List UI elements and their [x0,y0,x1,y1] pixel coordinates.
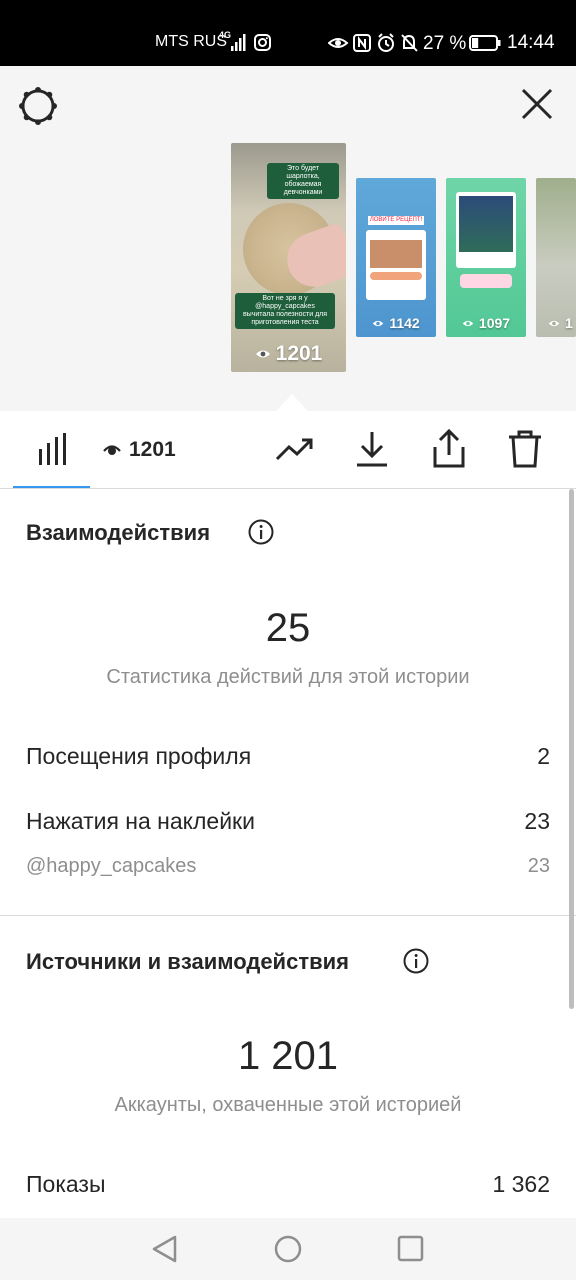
story-text-sticker: ЛОВИТЕ РЕЦЕПТ! [368,216,424,225]
download-icon[interactable] [352,429,392,469]
interactions-total: 25 [265,606,311,650]
story-views-count: 1142 [389,315,420,331]
story-thumbnail[interactable]: 1 [536,178,576,337]
row-value-sticker-taps: 23 [524,808,550,834]
views-count-label: 1201 [129,438,176,461]
battery-icon [469,35,501,51]
story-views-count: 1201 [275,342,323,365]
story-text-sticker: Вот не зря я у @happy_capcakes вычитала … [235,293,335,329]
story-views: 1 [536,315,576,331]
viewers-button[interactable]: 1201 [103,438,176,462]
story-views: 1097 [446,315,526,331]
info-icon[interactable] [403,948,429,974]
section-title-discovery: Источники и взаимодействия [26,949,349,974]
battery-percent: 27 % [423,33,467,54]
eye-icon [548,320,560,326]
scrollbar[interactable] [569,489,574,1009]
selected-story-pointer [276,394,308,411]
clock: 14:44 [507,32,555,53]
instagram-notification-icon [254,34,271,51]
story-text-sticker: Это будет шарлотка, обожаемая девчонками [267,163,339,199]
gear-icon[interactable] [18,86,58,126]
story-thumbnail[interactable]: 1097 [446,178,526,337]
row-label-sticker-taps: Нажатия на наклейки [26,808,255,834]
mute-bell-icon [401,34,418,52]
reach-subtitle: Аккаунты, охваченные этой историей [114,1094,462,1116]
story-views-count: 1097 [478,315,511,331]
section-title-interactions: Взаимодействия [26,520,211,545]
trash-icon[interactable] [505,429,545,469]
row-value-mention: 23 [527,855,550,877]
tab-insights[interactable] [13,411,90,488]
row-label-profile-visits: Посещения профиля [26,743,252,769]
insights-content[interactable]: Взаимодействия 25 Статистика действий дл… [0,489,576,1218]
row-value-profile-visits: 2 [537,743,550,769]
insights-bars-icon [39,433,66,465]
android-nav-bar [0,1218,576,1280]
section-divider [0,915,576,916]
eye-icon [462,320,474,326]
eye-icon [255,350,270,358]
home-icon[interactable] [274,1235,302,1263]
trend-arrow-icon[interactable] [275,429,315,469]
alarm-icon [378,33,394,52]
story-question-sticker [460,274,512,288]
nfc-icon [353,34,371,52]
back-icon[interactable] [151,1235,179,1263]
story-thumbnail[interactable]: ЛОВИТЕ РЕЦЕПТ! 1142 [356,178,436,337]
story-card [366,230,426,300]
reach-total: 1 201 [237,1034,339,1078]
eye-status-icon [328,38,349,48]
eye-icon [373,320,384,326]
recents-icon[interactable] [397,1235,425,1263]
close-icon[interactable] [520,87,554,121]
row-label-mention: @happy_capcakes [26,855,197,877]
eye-icon [103,445,121,455]
story-views-count: 1 [565,315,573,331]
story-thumbnail-selected[interactable]: Это будет шарлотка, обожаемая девчонками… [231,143,346,372]
row-value-impressions: 1 362 [492,1171,550,1197]
signal-icon [231,34,246,51]
network-type: 4G [219,30,232,40]
carrier-name: MTS RUS [155,33,227,50]
row-label-impressions: Показы [26,1171,106,1197]
insights-toolbar: 1201 [0,411,576,489]
info-icon[interactable] [248,519,274,545]
interactions-subtitle: Статистика действий для этой истории [106,666,470,688]
story-card [456,192,516,268]
share-icon[interactable] [429,429,469,469]
tab-underline [13,486,90,488]
status-icons [328,33,418,52]
story-views: 1142 [356,315,436,331]
story-views: 1201 [231,342,346,366]
status-bar: MTS RUS 4G 27 % 14:44 [0,0,576,66]
